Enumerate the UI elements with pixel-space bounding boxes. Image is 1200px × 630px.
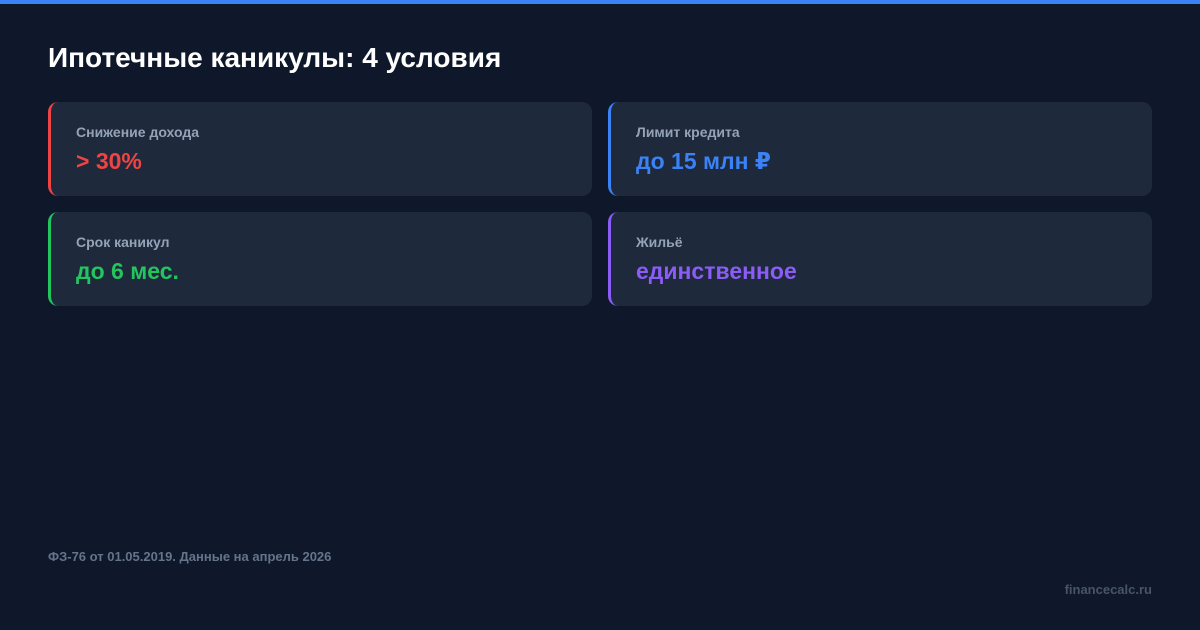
card-label: Лимит кредита — [636, 124, 740, 140]
card-value: единственное — [636, 258, 797, 284]
source-footnote: ФЗ-76 от 01.05.2019. Данные на апрель 20… — [48, 549, 332, 564]
conditions-grid: Снижение дохода > 30% Лимит кредита до 1… — [48, 102, 1152, 306]
card-value: до 15 млн ₽ — [636, 148, 771, 174]
condition-card-income: Снижение дохода > 30% — [48, 102, 592, 196]
top-accent-bar — [0, 0, 1200, 4]
condition-card-housing: Жильё единственное — [608, 212, 1152, 306]
card-label: Снижение дохода — [76, 124, 200, 140]
condition-card-term: Срок каникул до 6 мес. — [48, 212, 592, 306]
page: Ипотечные каникулы: 4 условия Снижение д… — [0, 0, 1200, 630]
card-value: > 30% — [76, 148, 142, 174]
page-title: Ипотечные каникулы: 4 условия — [48, 42, 502, 73]
card-label: Срок каникул — [76, 234, 170, 250]
card-label: Жильё — [636, 234, 683, 250]
site-domain: financecalc.ru — [1064, 582, 1152, 597]
card-value: до 6 мес. — [76, 258, 179, 284]
condition-card-limit: Лимит кредита до 15 млн ₽ — [608, 102, 1152, 196]
